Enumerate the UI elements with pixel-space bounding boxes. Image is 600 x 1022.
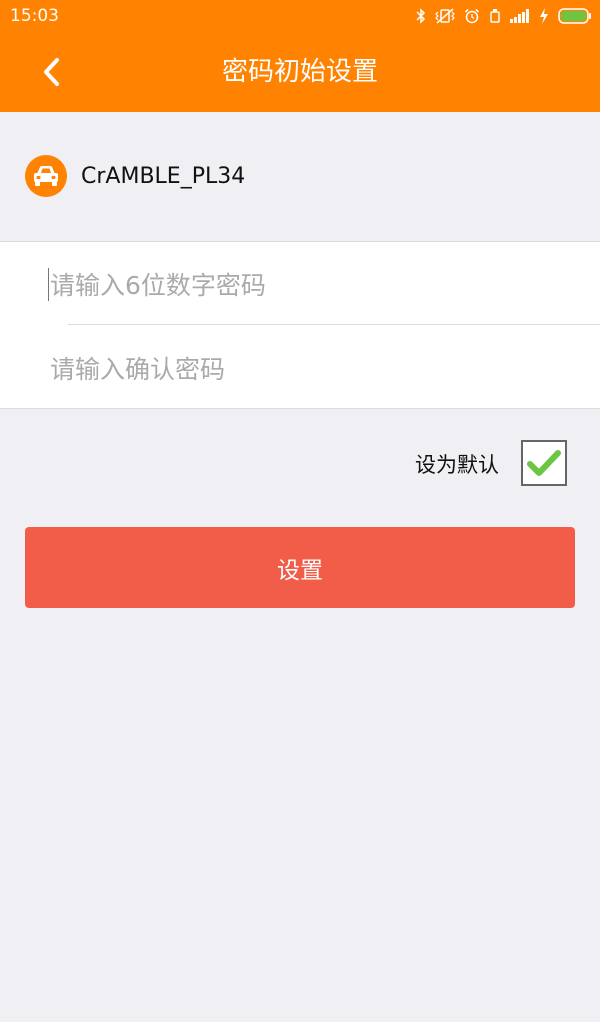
device-row: CrAMBLE_PL34 [0,112,600,240]
bluetooth-icon [416,8,426,24]
set-default-checkbox[interactable] [521,440,567,486]
set-default-label: 设为默认 [415,453,499,477]
charging-icon [540,8,548,24]
confirm-password-input[interactable] [50,349,570,389]
field-divider [68,324,600,325]
title-bar: 密码初始设置 [0,32,600,112]
device-name: CrAMBLE_PL34 [81,164,246,189]
password-form [0,241,600,409]
status-icons [407,5,592,27]
signal-icon [510,9,529,23]
vibrate-icon [435,8,455,24]
set-button[interactable]: 设置 [25,527,575,608]
text-cursor [48,268,49,301]
status-bar: 15:03 [0,0,600,32]
device-avatar [25,155,67,197]
alarm-icon [464,8,480,24]
battery-saver-icon [490,9,500,23]
password-input[interactable] [50,265,570,305]
car-icon [34,166,58,186]
status-time: 15:03 [10,6,59,26]
page-title: 密码初始设置 [221,57,378,87]
chevron-left-icon [44,58,59,86]
back-button[interactable] [24,47,80,97]
battery-icon [558,8,591,24]
checkmark-icon [527,450,561,476]
